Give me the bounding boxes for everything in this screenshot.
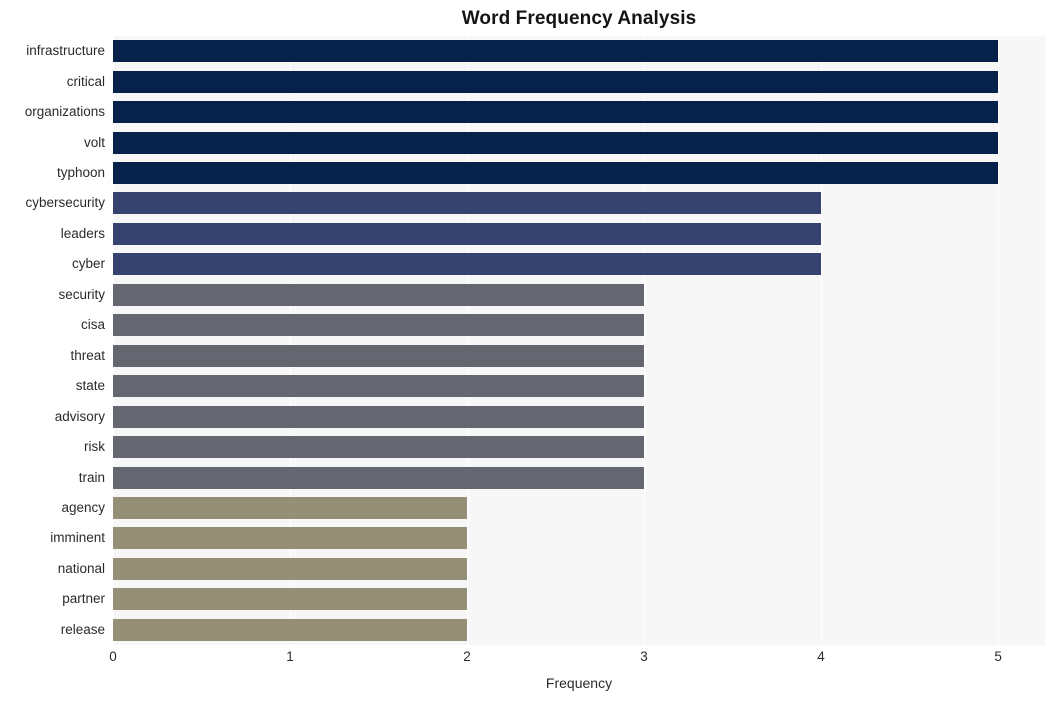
word-frequency-chart-figure: Word Frequency Analysis infrastructure cr… [0,0,1053,701]
x-axis-tick-label: 1 [286,649,294,664]
bar[interactable] [113,436,645,459]
gridline-x-1 [290,36,292,645]
y-axis-tick-labels: infrastructure critical organizations volt t… [0,36,105,645]
bar[interactable] [113,40,999,63]
bar[interactable] [113,253,822,276]
chart-title: Word Frequency Analysis [461,8,697,29]
x-axis-tick-label: 2 [463,649,471,664]
bar[interactable] [113,375,645,398]
x-axis-title: Frequency [545,675,613,691]
y-axis-tick-label: risk [84,439,105,455]
bar[interactable] [113,192,822,215]
y-axis-tick-label: organizations [24,104,105,120]
bar[interactable] [113,618,468,641]
bar[interactable] [113,314,645,337]
y-axis-tick-label: infrastructure [26,43,105,59]
y-axis-tick-label: critical [66,73,105,89]
bar[interactable] [113,527,468,550]
gridline-x-4 [821,36,823,645]
y-axis-tick-label: partner [62,591,105,607]
bar[interactable] [113,162,999,185]
bar[interactable] [113,344,645,367]
bar[interactable] [113,101,999,124]
bar[interactable] [113,466,645,489]
y-axis-tick-label: agency [61,499,105,515]
plot-area [113,36,1045,645]
y-axis-tick-label: security [58,286,105,302]
bar[interactable] [113,283,645,306]
y-axis-tick-label: state [75,378,105,394]
gridline-x-0 [113,36,115,645]
y-axis-tick-label: advisory [54,408,105,424]
x-axis-tick-label: 0 [109,649,117,664]
bar[interactable] [113,70,999,93]
y-axis-tick-label: cisa [80,317,105,333]
x-axis-tick-label: 3 [640,649,648,664]
x-axis-tick-label: 5 [994,649,1002,664]
gridline-x-2 [467,36,469,645]
gridline-x-5 [998,36,1000,645]
y-axis-tick-label: leaders [60,225,105,241]
y-axis-tick-label: release [60,621,105,637]
y-axis-tick-label: threat [70,347,105,363]
bar[interactable] [113,131,999,154]
bar[interactable] [113,557,468,580]
y-axis-tick-label: typhoon [56,165,105,181]
y-axis-tick-label: imminent [50,530,105,546]
x-axis-tick-label: 4 [817,649,825,664]
gridline-x-3 [644,36,646,645]
y-axis-tick-label: cyber [71,256,105,272]
bar[interactable] [113,222,822,245]
y-axis-tick-label: national [57,560,105,576]
y-axis-tick-label: volt [83,134,105,150]
x-axis-tick-labels: 0 1 2 3 4 5 [109,648,1045,670]
bar[interactable] [113,588,468,611]
bar[interactable] [113,496,468,519]
y-axis-tick-label: train [78,469,105,485]
bar[interactable] [113,405,645,428]
y-axis-tick-label: cybersecurity [25,195,105,211]
